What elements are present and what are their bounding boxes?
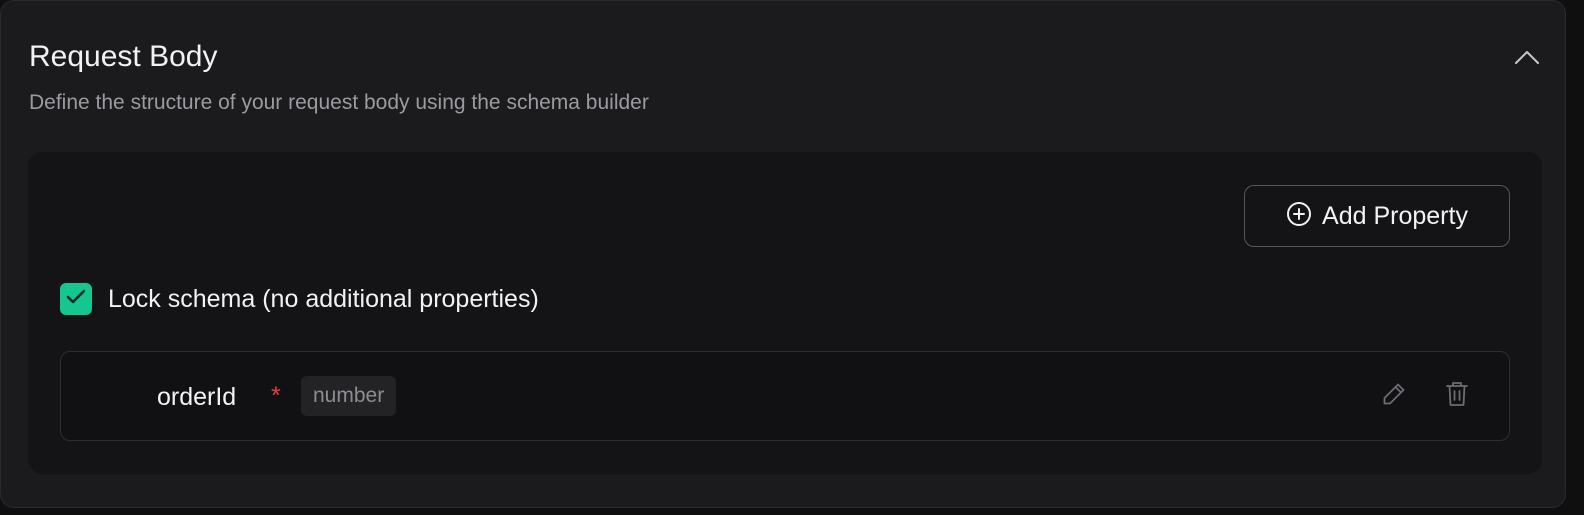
- lock-schema-checkbox[interactable]: [60, 283, 92, 315]
- pencil-icon: [1381, 381, 1407, 412]
- add-property-button[interactable]: Add Property: [1244, 185, 1510, 247]
- section-subtitle: Define the structure of your request bod…: [29, 91, 649, 114]
- add-property-label: Add Property: [1322, 201, 1468, 230]
- property-type-badge: number: [301, 376, 397, 416]
- required-marker: *: [271, 382, 281, 410]
- plus-circle-icon: [1286, 201, 1312, 232]
- chevron-up-icon: [1514, 49, 1540, 70]
- property-row[interactable]: orderId * number: [60, 351, 1510, 441]
- property-name: orderId: [157, 383, 237, 411]
- lock-schema-label: Lock schema (no additional properties): [108, 284, 539, 313]
- check-icon: [66, 289, 86, 310]
- trash-icon: [1444, 380, 1470, 413]
- lock-schema-option[interactable]: Lock schema (no additional properties): [60, 283, 539, 315]
- collapse-button[interactable]: [1511, 45, 1543, 73]
- section-title: Request Body: [29, 40, 218, 73]
- delete-property-button[interactable]: [1442, 381, 1472, 411]
- edit-property-button[interactable]: [1379, 381, 1409, 411]
